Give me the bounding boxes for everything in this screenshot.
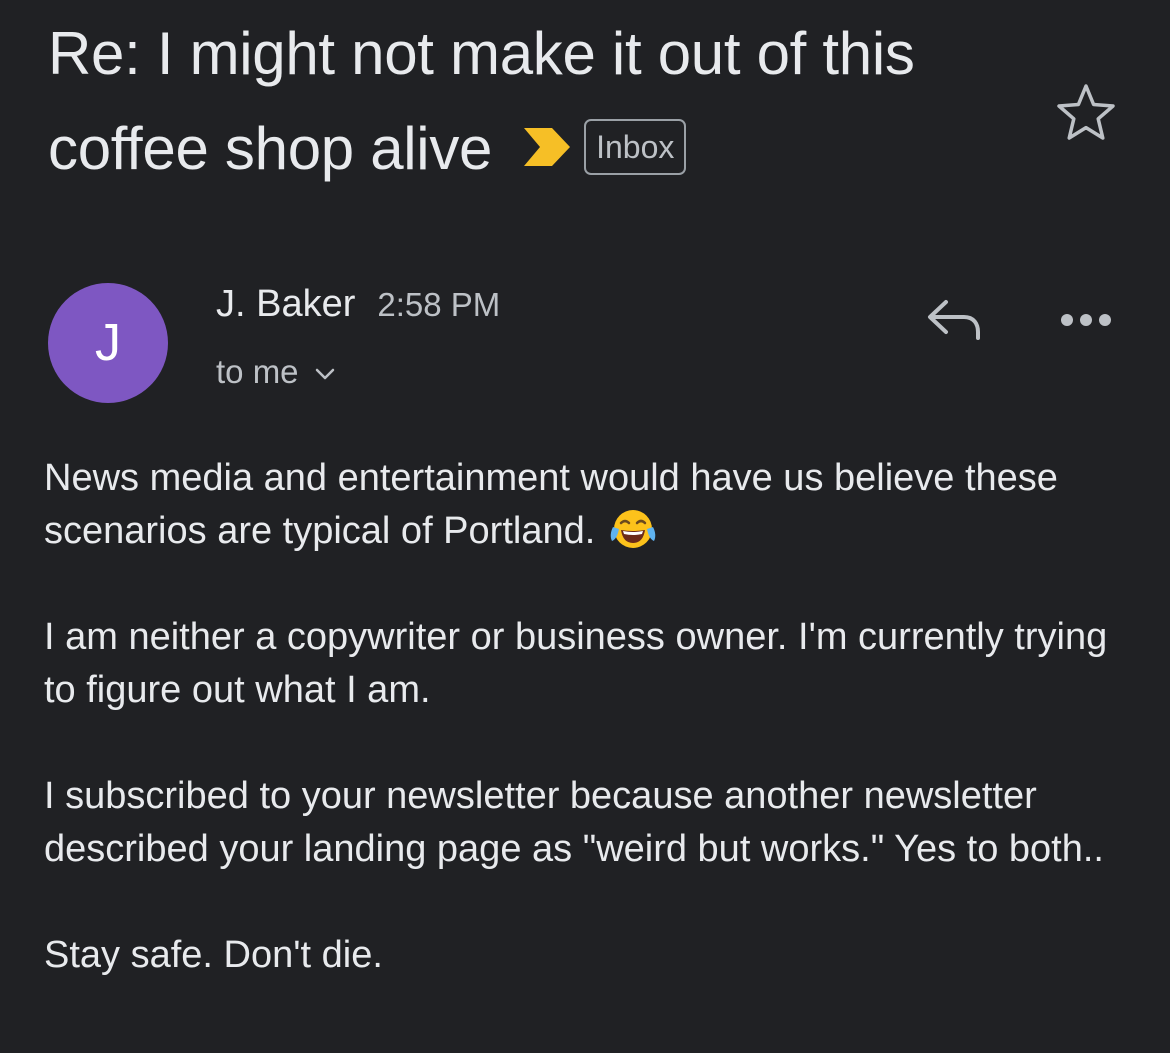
sender-name[interactable]: J. Baker bbox=[216, 283, 355, 325]
recipient-toggle[interactable]: to me bbox=[216, 350, 335, 394]
tears-of-joy-emoji-icon bbox=[610, 509, 656, 548]
body-paragraph: Stay safe. Don't die. bbox=[44, 934, 383, 976]
inbox-label[interactable]: Inbox bbox=[584, 119, 687, 176]
chevron-down-icon bbox=[315, 369, 334, 380]
reply-icon[interactable] bbox=[926, 296, 984, 342]
body-paragraph: I subscribed to your newsletter because … bbox=[44, 775, 1104, 870]
subject-text: Re: I might not make it out of this coff… bbox=[48, 20, 915, 182]
email-subject: Re: I might not make it out of this coff… bbox=[48, 6, 948, 196]
email-body: News media and entertainment would have … bbox=[44, 452, 1144, 1035]
sent-time: 2:58 PM bbox=[377, 286, 501, 323]
more-options-icon[interactable] bbox=[1058, 310, 1114, 330]
importance-marker-icon[interactable] bbox=[522, 126, 572, 168]
star-icon[interactable] bbox=[1055, 82, 1117, 142]
body-paragraph: I am neither a copywriter or business ow… bbox=[44, 616, 1108, 711]
body-paragraph-1-text: News media and entertainment would have … bbox=[44, 457, 1058, 552]
body-paragraph: News media and entertainment would have … bbox=[44, 452, 1144, 558]
recipient-label: to me bbox=[216, 353, 299, 390]
sender-avatar[interactable]: J bbox=[48, 283, 168, 403]
sender-line: J. Baker 2:58 PM bbox=[216, 280, 500, 328]
